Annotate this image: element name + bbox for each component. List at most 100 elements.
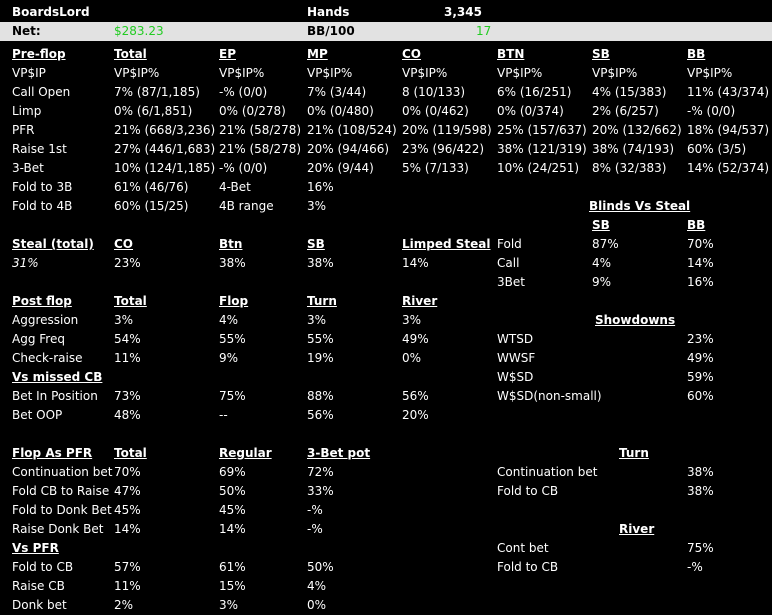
postflop-cell: 4%: [219, 313, 239, 327]
turn-value: 38%: [687, 484, 714, 498]
fold-to-4b-value: 60% (15/25): [114, 199, 189, 213]
postflop-col-header: River: [402, 294, 438, 308]
preflop-cell: 38% (121/319): [497, 142, 587, 156]
preflop-cell: 21% (108/524): [307, 123, 397, 137]
preflop-cell: 27% (446/1,683): [114, 142, 216, 156]
flop-as-pfr-cell: 47%: [114, 484, 141, 498]
flop-as-pfr-cell: 14%: [114, 522, 141, 536]
showdown-row-label: W$SD: [497, 370, 534, 384]
preflop-col-header: BTN: [497, 47, 525, 61]
four-bet-range-label: 4B range: [219, 199, 274, 213]
showdown-value: 49%: [687, 351, 714, 365]
preflop-col-header: BB: [687, 47, 706, 61]
preflop-row-label: 3-Bet: [12, 161, 44, 175]
net-value: $283.23: [114, 24, 164, 38]
four-bet-value: 16%: [307, 180, 334, 194]
preflop-cell: 8% (32/383): [592, 161, 667, 175]
postflop-title: Post flop: [12, 294, 72, 308]
flop-as-pfr-cell: -%: [307, 522, 323, 536]
vs-pfr-cell: 3%: [219, 598, 239, 612]
steal-title: Steal (total): [12, 237, 94, 251]
vs-missed-cb-cell: 75%: [219, 389, 246, 403]
preflop-cell: 8 (10/133): [402, 85, 466, 99]
flop-as-pfr-col-header: Regular: [219, 446, 272, 460]
vs-missed-cb-cell: 88%: [307, 389, 334, 403]
fold-to-3b-value: 61% (46/76): [114, 180, 189, 194]
flop-as-pfr-row-label: Fold to Donk Bet: [12, 503, 112, 517]
postflop-row-label: Aggression: [12, 313, 79, 327]
flop-as-pfr-cell: 14%: [219, 522, 246, 536]
postflop-cell: 49%: [402, 332, 429, 346]
river-title: River: [619, 522, 655, 536]
postflop-row-label: Check-raise: [12, 351, 83, 365]
vs-missed-cb-cell: 48%: [114, 408, 141, 422]
showdown-row-label: W$SD(non-small): [497, 389, 602, 403]
postflop-col-header: Turn: [307, 294, 337, 308]
river-value: 75%: [687, 541, 714, 555]
bb-per-100-value: 17: [476, 24, 492, 38]
steal-value: 38%: [307, 256, 334, 270]
preflop-cell: 20% (9/44): [307, 161, 374, 175]
blinds-sb-header: SB: [592, 218, 610, 232]
preflop-cell: VP$IP%: [592, 66, 638, 80]
preflop-cell: 0% (0/462): [402, 104, 469, 118]
postflop-cell: 0%: [402, 351, 422, 365]
vs-pfr-cell: 0%: [307, 598, 327, 612]
bb-per-100-label: BB/100: [307, 24, 355, 38]
stats-panel: BoardsLord Hands 3,345 Net: $283.23 BB/100 17 P…: [0, 0, 772, 615]
showdown-row-label: WWSF: [497, 351, 536, 365]
preflop-cell: VP$IP%: [307, 66, 353, 80]
postflop-cell: 54%: [114, 332, 141, 346]
showdown-value: 59%: [687, 370, 714, 384]
steal-value: 23%: [114, 256, 141, 270]
preflop-cell: 10% (24/251): [497, 161, 580, 175]
vs-missed-cb-row-label: Bet In Position: [12, 389, 98, 403]
preflop-cell: 21% (58/278): [219, 123, 302, 137]
preflop-cell: 4% (15/383): [592, 85, 667, 99]
blinds-bb-header: BB: [687, 218, 706, 232]
blinds-bb-value: 70%: [687, 237, 714, 251]
steal-total-value: 31%: [12, 256, 39, 270]
preflop-cell: 0% (6/1,851): [114, 104, 193, 118]
vs-pfr-title: Vs PFR: [12, 541, 59, 555]
preflop-cell: 5% (7/133): [402, 161, 469, 175]
preflop-cell: 2% (6/257): [592, 104, 659, 118]
flop-as-pfr-cell: 72%: [307, 465, 334, 479]
vs-pfr-cell: 57%: [114, 560, 141, 574]
blinds-sb-value: 87%: [592, 237, 619, 251]
flop-as-pfr-cell: 33%: [307, 484, 334, 498]
preflop-cell: VP$IP%: [687, 66, 733, 80]
vs-pfr-cell: 2%: [114, 598, 134, 612]
preflop-cell: 60% (3/5): [687, 142, 747, 156]
showdown-value: 60%: [687, 389, 714, 403]
turn-row-label: Continuation bet: [497, 465, 598, 479]
preflop-cell: -% (0/0): [687, 104, 736, 118]
vs-pfr-row-label: Raise CB: [12, 579, 65, 593]
showdowns-title: Showdowns: [595, 313, 676, 327]
vs-missed-cb-cell: 56%: [402, 389, 429, 403]
four-bet-label: 4-Bet: [219, 180, 251, 194]
player-name: BoardsLord: [12, 5, 90, 19]
flop-as-pfr-cell: 50%: [219, 484, 246, 498]
preflop-title: Pre-flop: [12, 47, 66, 61]
preflop-col-header: Total: [114, 47, 147, 61]
preflop-col-header: CO: [402, 47, 422, 61]
postflop-cell: 9%: [219, 351, 239, 365]
turn-row-label: Fold to CB: [497, 484, 559, 498]
vs-pfr-cell: 15%: [219, 579, 246, 593]
postflop-cell: 19%: [307, 351, 334, 365]
vs-missed-cb-cell: 20%: [402, 408, 429, 422]
turn-title: Turn: [619, 446, 649, 460]
river-row-label: Fold to CB: [497, 560, 559, 574]
steal-col-header: Btn: [219, 237, 243, 251]
flop-as-pfr-cell: -%: [307, 503, 323, 517]
flop-as-pfr-row-label: Fold CB to Raise: [12, 484, 110, 498]
steal-col-header: Limped Steal: [402, 237, 491, 251]
vs-pfr-cell: 50%: [307, 560, 334, 574]
blinds-row-label: Call: [497, 256, 520, 270]
preflop-col-header: MP: [307, 47, 328, 61]
preflop-row-label: Limp: [12, 104, 42, 118]
preflop-row-label: Call Open: [12, 85, 71, 99]
blinds-row-label: 3Bet: [497, 275, 525, 289]
preflop-cell: 20% (119/598): [402, 123, 492, 137]
